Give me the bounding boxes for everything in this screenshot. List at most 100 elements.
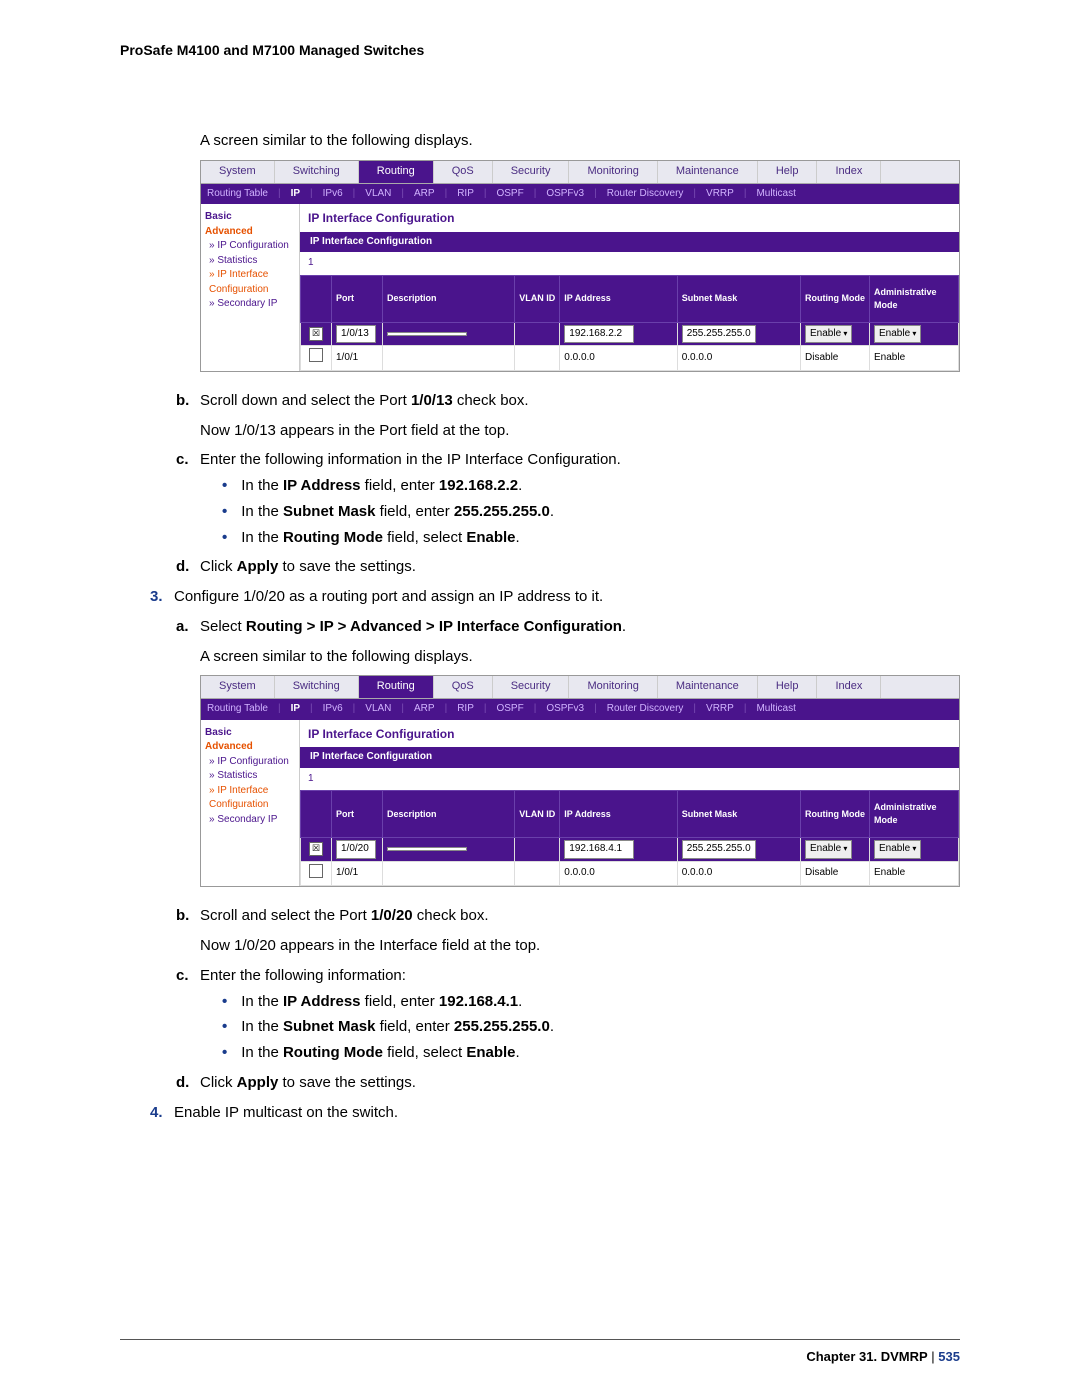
table-row-edit: ☒ 1/0/13 192.168.2.2 255.255.255.0 Enabl… [301, 322, 959, 346]
tab-qos[interactable]: QoS [434, 161, 493, 183]
tab-system[interactable]: System [201, 161, 275, 183]
tab-monitoring[interactable]: Monitoring [569, 676, 657, 698]
col-description: Description [383, 791, 515, 838]
tab-maintenance[interactable]: Maintenance [658, 161, 758, 183]
row-checkbox[interactable] [309, 864, 323, 878]
subtab-ip[interactable]: IP [291, 702, 300, 717]
step-b: b. Scroll down and select the Port 1/0/1… [176, 390, 960, 442]
ip-field[interactable]: 192.168.4.1 [564, 840, 634, 859]
subtab-bar: Routing Table| IP| IPv6| VLAN| ARP| RIP|… [201, 699, 959, 720]
sidebar-ip-interface[interactable]: » IP Interface [205, 268, 295, 283]
sidebar-basic[interactable]: Basic [205, 210, 295, 225]
col-vlan: VLAN ID [515, 791, 560, 838]
cell-port: 1/0/1 [332, 346, 383, 371]
sidebar-basic[interactable]: Basic [205, 726, 295, 741]
mask-field[interactable]: 255.255.255.0 [682, 840, 756, 859]
row-checkbox[interactable] [309, 348, 323, 362]
tab-maintenance[interactable]: Maintenance [658, 676, 758, 698]
subtab-ospf[interactable]: OSPF [496, 702, 523, 717]
col-ip: IP Address [560, 791, 677, 838]
intro-text-2: A screen similar to the following displa… [200, 646, 960, 668]
screenshot-2: System Switching Routing QoS Security Mo… [200, 675, 960, 887]
subtab-ospf[interactable]: OSPF [496, 187, 523, 202]
sidebar-ip-interface[interactable]: » IP Interface [205, 784, 295, 799]
cell-rmode: Disable [801, 346, 870, 371]
tab-security[interactable]: Security [493, 161, 570, 183]
subtab-router-discovery[interactable]: Router Discovery [607, 187, 684, 202]
panel-bar: IP Interface Configuration [300, 747, 959, 768]
port-field[interactable]: 1/0/13 [336, 325, 376, 344]
filter-row[interactable]: 1 [300, 252, 959, 275]
row-checkbox[interactable]: ☒ [309, 327, 323, 341]
step-3: 3. Configure 1/0/20 as a routing port an… [150, 586, 960, 608]
cell-amode: Enable [870, 861, 959, 886]
amode-select[interactable]: Enable [874, 325, 921, 344]
cell-mask: 0.0.0.0 [677, 861, 800, 886]
tab-index[interactable]: Index [817, 161, 881, 183]
sidebar-secondary-ip[interactable]: » Secondary IP [205, 813, 295, 828]
config-table: Port Description VLAN ID IP Address Subn… [300, 790, 959, 886]
tab-routing[interactable]: Routing [359, 161, 434, 183]
rmode-select[interactable]: Enable [805, 840, 852, 859]
sidebar-ip-config[interactable]: » IP Configuration [205, 755, 295, 770]
sidebar-statistics[interactable]: » Statistics [205, 769, 295, 784]
tab-routing[interactable]: Routing [359, 676, 434, 698]
col-rmode: Routing Mode [801, 275, 870, 322]
tab-monitoring[interactable]: Monitoring [569, 161, 657, 183]
step-c: c. Enter the following information in th… [176, 449, 960, 548]
col-port: Port [332, 791, 383, 838]
subtab-ipv6[interactable]: IPv6 [323, 702, 343, 717]
subtab-arp[interactable]: ARP [414, 187, 435, 202]
rmode-select[interactable]: Enable [805, 325, 852, 344]
subtab-ospfv3[interactable]: OSPFv3 [546, 702, 584, 717]
ip-field[interactable]: 192.168.2.2 [564, 325, 634, 344]
tab-index[interactable]: Index [817, 676, 881, 698]
sidebar-statistics[interactable]: » Statistics [205, 254, 295, 269]
port-field[interactable]: 1/0/20 [336, 840, 376, 859]
sidebar-ip-interface2[interactable]: Configuration [205, 283, 295, 298]
panel-title: IP Interface Configuration [300, 726, 959, 747]
subtab-multicast[interactable]: Multicast [756, 702, 795, 717]
subtab-multicast[interactable]: Multicast [756, 187, 795, 202]
subtab-rip[interactable]: RIP [457, 702, 474, 717]
subtab-vrrp[interactable]: VRRP [706, 702, 734, 717]
subtab-routing-table[interactable]: Routing Table [207, 187, 268, 202]
tab-qos[interactable]: QoS [434, 676, 493, 698]
tab-help[interactable]: Help [758, 676, 818, 698]
subtab-ospfv3[interactable]: OSPFv3 [546, 187, 584, 202]
subtab-vlan[interactable]: VLAN [365, 702, 391, 717]
tab-bar: System Switching Routing QoS Security Mo… [201, 161, 959, 184]
subtab-router-discovery[interactable]: Router Discovery [607, 702, 684, 717]
doc-title: ProSafe M4100 and M7100 Managed Switches [120, 40, 960, 60]
cell-rmode: Disable [801, 861, 870, 886]
filter-row[interactable]: 1 [300, 768, 959, 791]
col-amode: Administrative Mode [870, 275, 959, 322]
subtab-routing-table[interactable]: Routing Table [207, 702, 268, 717]
tab-switching[interactable]: Switching [275, 676, 359, 698]
table-row: 1/0/1 0.0.0.0 0.0.0.0 Disable Enable [301, 861, 959, 886]
col-mask: Subnet Mask [677, 275, 800, 322]
desc-field[interactable] [387, 847, 467, 851]
subtab-rip[interactable]: RIP [457, 187, 474, 202]
subtab-ipv6[interactable]: IPv6 [323, 187, 343, 202]
subtab-arp[interactable]: ARP [414, 702, 435, 717]
desc-field[interactable] [387, 332, 467, 336]
subtab-vlan[interactable]: VLAN [365, 187, 391, 202]
col-ip: IP Address [560, 275, 677, 322]
tab-switching[interactable]: Switching [275, 161, 359, 183]
tab-help[interactable]: Help [758, 161, 818, 183]
row-checkbox[interactable]: ☒ [309, 842, 323, 856]
subtab-vrrp[interactable]: VRRP [706, 187, 734, 202]
amode-select[interactable]: Enable [874, 840, 921, 859]
sidebar-secondary-ip[interactable]: » Secondary IP [205, 297, 295, 312]
sidebar-advanced[interactable]: Advanced [205, 740, 295, 755]
sidebar-advanced[interactable]: Advanced [205, 225, 295, 240]
sidebar: Basic Advanced » IP Configuration » Stat… [201, 720, 300, 886]
subtab-ip[interactable]: IP [291, 187, 300, 202]
tab-security[interactable]: Security [493, 676, 570, 698]
col-port: Port [332, 275, 383, 322]
mask-field[interactable]: 255.255.255.0 [682, 325, 756, 344]
tab-system[interactable]: System [201, 676, 275, 698]
sidebar-ip-interface2[interactable]: Configuration [205, 798, 295, 813]
sidebar-ip-config[interactable]: » IP Configuration [205, 239, 295, 254]
